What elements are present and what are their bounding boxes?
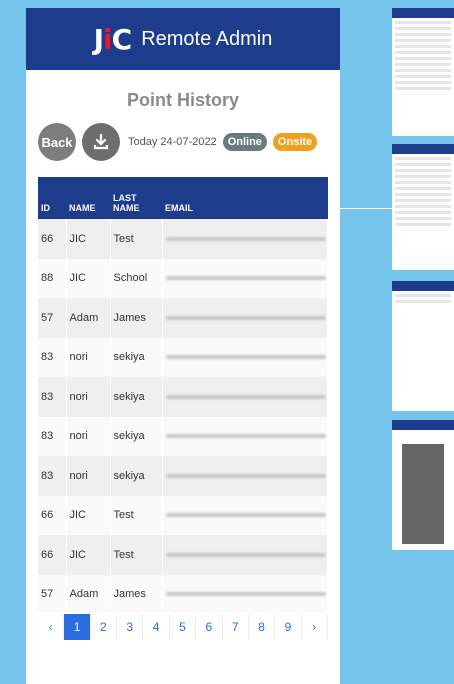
thumbnail-menu-panel xyxy=(402,444,444,544)
table-row[interactable]: 57 Adam James xyxy=(38,574,328,614)
cell-email xyxy=(162,456,328,496)
jic-logo: JiC xyxy=(93,22,133,56)
cell-name: nori xyxy=(66,416,111,456)
pagination-page-5[interactable]: 5 xyxy=(170,614,197,640)
cell-id: 88 xyxy=(38,258,67,298)
table-row[interactable]: 83 nori sekiya xyxy=(38,377,328,417)
cell-id: 66 xyxy=(38,495,67,535)
cell-id: 66 xyxy=(38,219,67,259)
header-title: Remote Admin xyxy=(141,27,273,50)
toolbar: Back Today 24-07-2022 Online Onsite xyxy=(38,123,340,161)
app-header: JiC Remote Admin xyxy=(26,8,340,70)
table-row[interactable]: 83 nori sekiya xyxy=(38,416,328,456)
onsite-badge[interactable]: Onsite xyxy=(272,133,318,151)
pagination-page-8[interactable]: 8 xyxy=(249,614,276,640)
cell-name: Adam xyxy=(66,298,111,338)
pagination-page-3[interactable]: 3 xyxy=(117,614,144,640)
cell-id: 66 xyxy=(38,535,67,575)
pagination-prev-button[interactable]: ‹ xyxy=(38,614,65,640)
email-redacted xyxy=(165,592,326,597)
column-header-email[interactable]: EMAIL xyxy=(162,177,328,219)
thumbnail-screen-2[interactable] xyxy=(392,144,454,270)
cell-email xyxy=(162,298,328,338)
cell-last-name: sekiya xyxy=(110,456,163,496)
email-redacted xyxy=(165,552,326,557)
cell-email xyxy=(162,258,328,298)
cell-last-name: School xyxy=(110,258,163,298)
pagination-page-6[interactable]: 6 xyxy=(196,614,223,640)
cell-name: JIC xyxy=(66,495,111,535)
download-button[interactable] xyxy=(82,123,120,161)
cell-last-name: Test xyxy=(110,495,163,535)
thumbnail-screen-3[interactable] xyxy=(392,281,454,411)
cell-email xyxy=(162,535,328,575)
thumbnail-screen-1[interactable] xyxy=(392,8,454,136)
connector-line xyxy=(340,208,392,209)
table-row[interactable]: 83 nori sekiya xyxy=(38,456,328,496)
email-redacted xyxy=(165,513,326,518)
cell-id: 83 xyxy=(38,337,67,377)
pagination-next-button[interactable]: › xyxy=(302,614,328,640)
table-row[interactable]: 83 nori sekiya xyxy=(38,337,328,377)
phone-screen: JiC Remote Admin Point History Back Toda… xyxy=(26,8,340,684)
cell-last-name: sekiya xyxy=(110,337,163,377)
cell-id: 83 xyxy=(38,456,67,496)
column-header-last-name[interactable]: LAST NAME xyxy=(110,177,162,219)
cell-last-name: James xyxy=(110,574,163,614)
thumbnail-screen-4[interactable] xyxy=(392,420,454,550)
cell-last-name: James xyxy=(110,298,163,338)
column-header-name[interactable]: NAME xyxy=(66,177,110,219)
table-row[interactable]: 88 JIC School xyxy=(38,258,328,298)
point-history-table: ID NAME LAST NAME EMAIL 66 JIC Test 88 JIC Sc… xyxy=(38,177,328,614)
cell-name: JIC xyxy=(66,258,111,298)
online-badge[interactable]: Online xyxy=(222,133,267,151)
pagination-page-2[interactable]: 2 xyxy=(91,614,118,640)
pagination-page-7[interactable]: 7 xyxy=(223,614,249,640)
cell-email xyxy=(162,495,328,535)
email-redacted xyxy=(165,355,326,360)
pagination-page-9[interactable]: 9 xyxy=(275,614,302,640)
cell-email xyxy=(162,337,328,377)
cell-last-name: Test xyxy=(110,219,163,259)
cell-email xyxy=(162,574,328,614)
cell-id: 83 xyxy=(38,377,67,417)
cell-id: 57 xyxy=(38,574,67,614)
date-label: Today 24-07-2022 xyxy=(128,136,217,148)
email-redacted xyxy=(165,236,326,241)
email-redacted xyxy=(165,473,326,478)
table-row[interactable]: 66 JIC Test xyxy=(38,495,328,535)
cell-id: 57 xyxy=(38,298,67,338)
email-redacted xyxy=(165,315,326,320)
cell-email xyxy=(162,219,328,259)
cell-name: nori xyxy=(66,337,111,377)
pagination-page-1[interactable]: 1 xyxy=(64,614,91,640)
table-header-row: ID NAME LAST NAME EMAIL xyxy=(38,177,328,219)
cell-name: JIC xyxy=(66,535,111,575)
table-row[interactable]: 66 JIC Test xyxy=(38,535,328,575)
cell-name: Adam xyxy=(66,574,111,614)
table-row[interactable]: 66 JIC Test xyxy=(38,219,328,259)
page-title: Point History xyxy=(126,90,239,110)
cell-email xyxy=(162,416,328,456)
download-icon xyxy=(93,133,109,150)
cell-last-name: Test xyxy=(110,535,163,575)
cell-name: nori xyxy=(66,456,111,496)
column-header-id[interactable]: ID xyxy=(38,177,66,219)
cell-email xyxy=(162,377,328,417)
cell-last-name: sekiya xyxy=(110,377,163,417)
table-row[interactable]: 57 Adam James xyxy=(38,298,328,338)
back-button[interactable]: Back xyxy=(38,123,76,161)
email-redacted xyxy=(165,394,326,399)
pagination-page-4[interactable]: 4 xyxy=(143,614,170,640)
cell-id: 83 xyxy=(38,416,67,456)
pagination: ‹ 1 2 3 4 5 6 7 8 9 › xyxy=(38,612,328,642)
email-redacted xyxy=(165,276,326,281)
cell-name: nori xyxy=(66,377,111,417)
cell-last-name: sekiya xyxy=(110,416,163,456)
email-redacted xyxy=(165,434,326,439)
cell-name: JIC xyxy=(66,219,111,259)
